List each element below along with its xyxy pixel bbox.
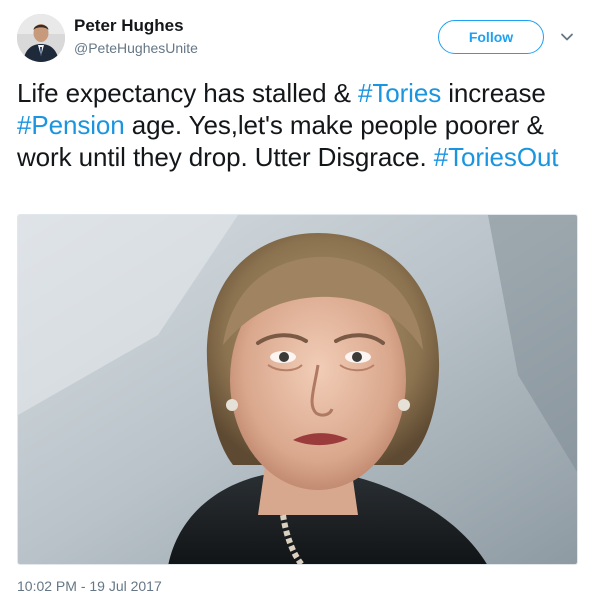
tweet-text-segment: Life expectancy has stalled & (17, 78, 358, 108)
tweet-card: Peter Hughes @PeteHughesUnite Follow Lif… (0, 0, 594, 601)
author-display-name[interactable]: Peter Hughes (74, 16, 184, 36)
tweet-media-image[interactable] (17, 214, 578, 565)
tweet-text-segment: increase (441, 78, 546, 108)
avatar-image (17, 14, 65, 62)
portrait-illustration (18, 215, 577, 564)
chevron-down-icon[interactable] (560, 30, 574, 44)
avatar[interactable] (17, 14, 65, 62)
hashtag-link[interactable]: #Tories (358, 78, 441, 108)
hashtag-link[interactable]: #Pension (17, 110, 125, 140)
author-handle[interactable]: @PeteHughesUnite (74, 40, 198, 56)
hashtag-link[interactable]: #ToriesOut (434, 142, 559, 172)
follow-button[interactable]: Follow (438, 20, 544, 54)
tweet-timestamp[interactable]: 10:02 PM - 19 Jul 2017 (17, 578, 162, 594)
tweet-text: Life expectancy has stalled & #Tories in… (17, 77, 582, 173)
